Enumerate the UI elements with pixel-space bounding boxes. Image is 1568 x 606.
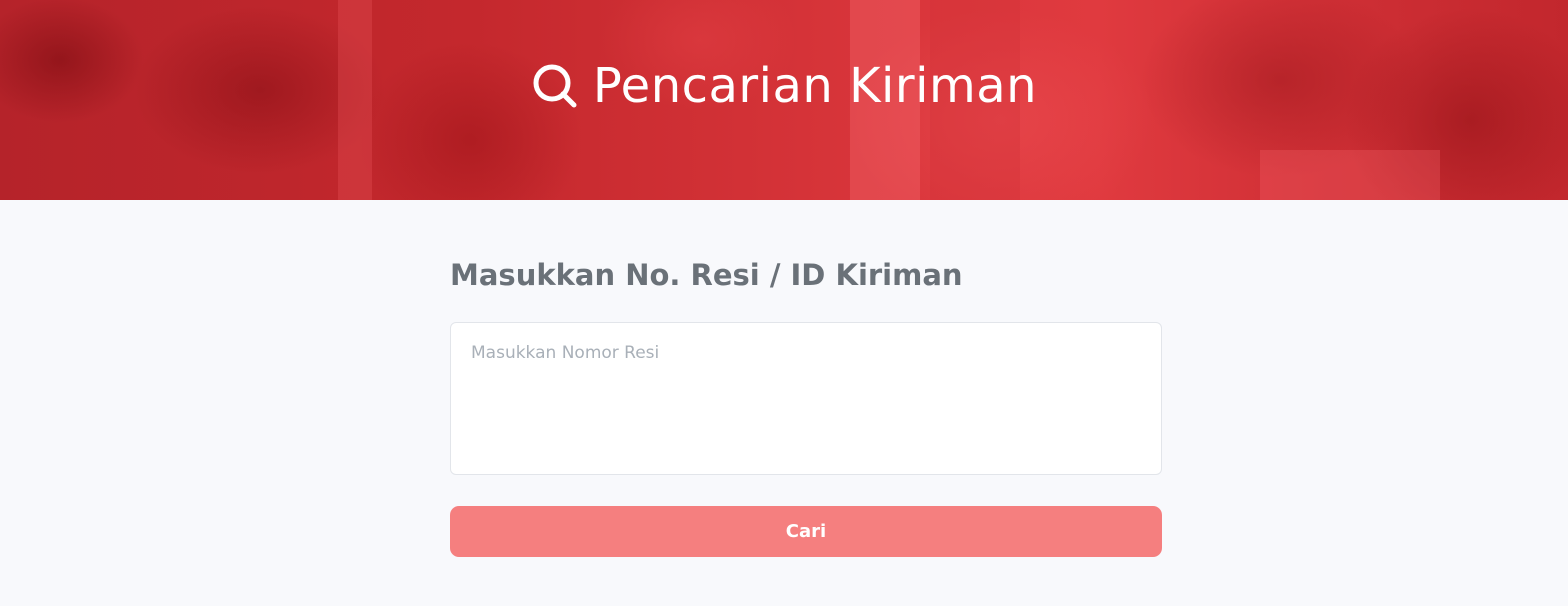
- tracking-number-input[interactable]: [450, 322, 1162, 475]
- page-title: Pencarian Kiriman: [0, 62, 1568, 110]
- tracking-form: Masukkan No. Resi / ID Kiriman Cari: [450, 200, 1162, 557]
- tracking-form-label: Masukkan No. Resi / ID Kiriman: [450, 258, 963, 292]
- hero-bg-shape: [1260, 150, 1440, 200]
- page-title-text: Pencarian Kiriman: [592, 58, 1038, 114]
- hero-banner: Pencarian Kiriman: [0, 0, 1568, 200]
- search-button[interactable]: Cari: [450, 506, 1162, 557]
- search-icon: [531, 62, 579, 110]
